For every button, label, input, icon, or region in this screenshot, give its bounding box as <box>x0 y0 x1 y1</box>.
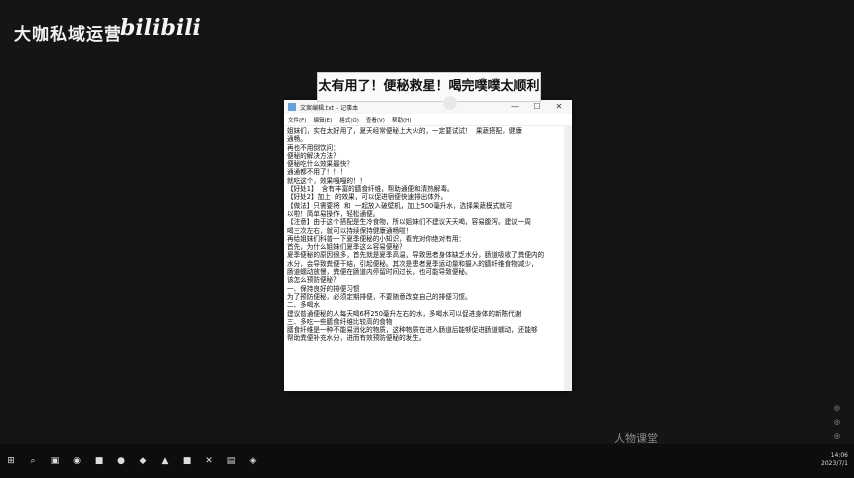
menu-file[interactable]: 文件(F) <box>288 116 306 124</box>
text-line: 再也不用倒饮问： <box>287 143 340 152</box>
tray-icon-2[interactable]: ◎ <box>834 418 840 426</box>
app-icon-4[interactable]: ▲ <box>160 456 170 466</box>
menu-help[interactable]: 帮助(H) <box>392 116 411 124</box>
system-clock[interactable]: 14:06 2023/7/1 <box>821 452 848 468</box>
text-line: 姐妹们，实在太好用了，夏天经常便秘上大火的，一定要试试！ 果蔬搭配，健康 <box>287 127 522 135</box>
app-icon-2[interactable]: ● <box>116 456 126 466</box>
text-line: 通畅。 <box>287 135 307 144</box>
text-line: 建议普通便秘的人每天喝6杯250毫升左右的水，多喝水可以促进身体的新陈代谢 <box>287 309 522 318</box>
clock-date: 2023/7/1 <box>821 460 848 467</box>
text-line: 再给姐妹们科普一下夏季便秘的小知识，看完对你绝对有用： <box>287 234 466 243</box>
app-icon-3[interactable]: ◆ <box>138 456 148 466</box>
text-line: 【做法】只需要将 和 一起放入破壁机，加上500毫升水，选择果蔬模式就可 <box>287 201 513 210</box>
maximize-button[interactable]: ☐ <box>526 100 548 114</box>
mouse-cursor-highlight <box>443 96 457 110</box>
text-line: 喝三次左右，就可以持续保持健康通畅啦！ <box>287 226 413 235</box>
text-line: 通通都不用了！！！ <box>287 168 347 177</box>
window-title: 文案编辑.txt - 记事本 <box>300 104 359 112</box>
notepad-icon <box>288 103 296 111</box>
text-line: 便秘的解决方法？ <box>287 151 340 160</box>
text-editor[interactable]: 姐妹们，实在太好用了，夏天经常便秘上大火的，一定要试试！ 果蔬搭配，健康 通畅。再… <box>284 125 564 391</box>
text-line: 一、保持良好的排便习惯 <box>287 284 360 293</box>
text-line: 为了预防便秘，必须定期排便，不要随意改变自己的排便习惯。 <box>287 292 472 301</box>
text-line: 就吃这个，效果嘎嘎的！！ <box>287 176 367 185</box>
app-icon-1[interactable]: ■ <box>94 456 104 466</box>
close-button[interactable]: ✕ <box>548 100 570 114</box>
app-icon-7[interactable]: ▤ <box>226 456 236 466</box>
channel-watermark: 大咖私域运营 <box>14 25 122 45</box>
text-line: 水分，会导致粪便干结，引起便秘。其次是患者夏季运动量和摄入的膳纤维食物减少， <box>287 259 538 268</box>
browser-icon[interactable]: ◉ <box>72 456 82 466</box>
bilibili-logo: bilibili <box>120 15 201 41</box>
search-icon[interactable]: ⌕ <box>28 456 38 466</box>
start-icon[interactable]: ⊞ <box>6 456 16 466</box>
clock-time: 14:06 <box>830 452 848 459</box>
menu-format[interactable]: 格式(O) <box>339 116 359 124</box>
title-banner: 太有用了！便秘救星！喝完噗噗太顺利 <box>317 72 541 102</box>
app-icon-8[interactable]: ◈ <box>248 456 258 466</box>
menu-view[interactable]: 查看(V) <box>366 116 385 124</box>
task-view-icon[interactable]: ▣ <box>50 456 60 466</box>
notepad-window: 文案编辑.txt - 记事本 — ☐ ✕ 文件(F) 编辑(E) 格式(O) 查… <box>284 100 572 391</box>
text-line: 二、多喝水 <box>287 301 320 310</box>
text-line: 帮助粪便补充水分，进而有效预防便秘的发生。 <box>287 334 426 343</box>
text-line: 【注意】由于这个搭配是生冷食物，所以姐妹们不建议天天喝，容易腹泻。建议一周 <box>287 218 531 227</box>
tray-icon-3[interactable]: ◎ <box>834 432 840 440</box>
text-line: 该怎么预防便秘？ <box>287 276 340 285</box>
app-icon-6[interactable]: ✕ <box>204 456 214 466</box>
menu-edit[interactable]: 编辑(E) <box>313 116 332 124</box>
text-line: 夏季便秘的原因很多，首先就是夏季高温，导致思者身体缺乏水分，肠道吸收了粪便内的 <box>287 251 545 260</box>
app-icon-5[interactable]: ■ <box>182 456 192 466</box>
minimize-button[interactable]: — <box>504 100 526 114</box>
taskbar: ⊞ ⌕ ▣ ◉ ■ ● ◆ ▲ ■ ✕ ▤ ◈ 14:06 2023/7/1 <box>0 444 854 478</box>
window-titlebar[interactable]: 文案编辑.txt - 记事本 — ☐ ✕ <box>284 100 572 114</box>
text-line: 【好处2】加上 的效果，可以促进宿便快速排出体外。 <box>287 193 448 202</box>
vertical-scrollbar[interactable] <box>564 125 572 391</box>
text-line: 三、多吃一些膳食纤维比较高的食物 <box>287 317 393 326</box>
tray-icon-1[interactable]: ◎ <box>834 404 840 412</box>
